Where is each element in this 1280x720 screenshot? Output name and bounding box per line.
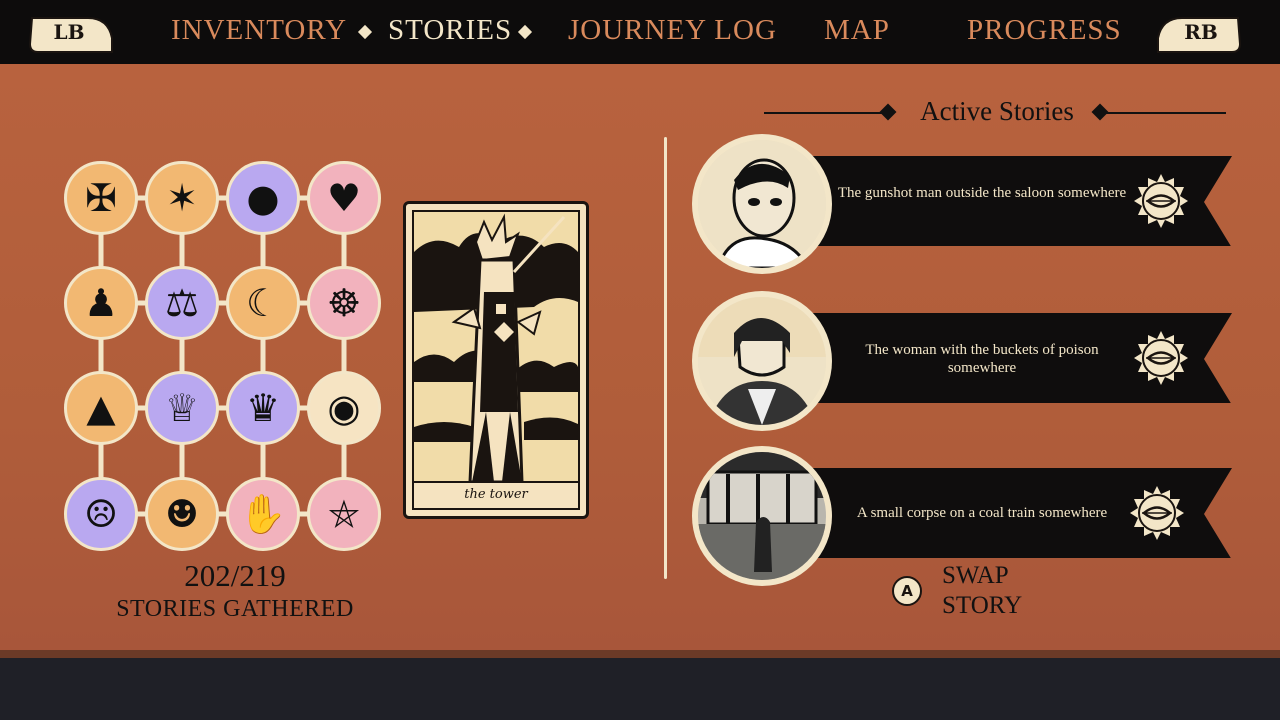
story-text: A small corpse on a coal train somewhere [856, 505, 1108, 521]
tarot-card-label: the tower [464, 487, 528, 502]
tab-stories[interactable]: STORIES [388, 14, 512, 47]
queen-face-icon: ♛ [245, 386, 281, 430]
rb-bumper-button[interactable]: RB [1156, 12, 1242, 56]
train-scene-icon [698, 452, 826, 580]
story-token[interactable]: ⚖ [145, 266, 219, 340]
heart-icon: ♥ [326, 176, 362, 220]
stories-count-label: STORIES GATHERED [116, 596, 354, 622]
witch-hat-icon: ▲ [86, 386, 116, 430]
active-story-entry[interactable]: The gunshot man outside the saloon somew… [692, 134, 1242, 274]
story-token[interactable]: ♟ [64, 266, 138, 340]
header-rule-right [1102, 112, 1226, 114]
chalice-icon: ♕ [164, 386, 200, 430]
story-token[interactable]: ☹ [64, 477, 138, 551]
active-stories-title: Active Stories [920, 96, 1074, 126]
tab-journey-log[interactable]: JOURNEY LOG [568, 14, 777, 47]
wheel-icon: ☸ [326, 281, 362, 325]
tab-inventory[interactable]: INVENTORY [171, 14, 347, 47]
star-icon: ✶ [166, 176, 198, 220]
hand-icon: ✋ [239, 492, 287, 536]
world-icon: ● [246, 176, 280, 220]
story-medallion-icon [1134, 331, 1188, 385]
story-token[interactable]: ♕ [145, 371, 219, 445]
stories-count: 202/219 [184, 558, 286, 593]
story-portrait [692, 134, 832, 274]
story-token[interactable]: ♛ [226, 371, 300, 445]
story-medallion-icon [1134, 174, 1188, 228]
story-token[interactable]: ☻ [145, 477, 219, 551]
tab-progress[interactable]: PROGRESS [967, 14, 1122, 47]
swap-label-line2: STORY [942, 592, 1023, 619]
sack-icon: ♟ [83, 281, 119, 325]
story-token[interactable]: ▲ [64, 371, 138, 445]
scales-icon: ⚖ [164, 281, 200, 325]
pentacle-cross-icon: ✠ [85, 176, 117, 220]
man-portrait-icon [698, 140, 826, 268]
story-medallion-icon [1130, 486, 1184, 540]
story-portrait [692, 446, 832, 586]
story-token[interactable]: ⛤ [307, 477, 381, 551]
pentagram-icon: ⛤ [328, 492, 360, 536]
story-token[interactable]: ✶ [145, 161, 219, 235]
selected-tarot-card[interactable]: the tower [403, 201, 589, 519]
tower-card-icon: the tower [412, 210, 580, 510]
story-token[interactable]: ● [226, 161, 300, 235]
a-button-icon: A [892, 576, 922, 606]
screaming-face-icon: ☹ [83, 492, 119, 536]
story-token[interactable]: ✋ [226, 477, 300, 551]
story-token-grid: ✠ ✶ ● ♥ ♟ ⚖ ☾ ☸ ▲ ♕ ♛ ◉ ☹ ☻ ✋ ⛤ [60, 158, 390, 554]
grinning-sun-icon: ☻ [164, 492, 200, 536]
swap-label-line1: SWAP [942, 562, 1009, 589]
eye-icon: ◉ [327, 386, 361, 430]
lb-bumper-button[interactable]: LB [28, 12, 113, 56]
active-story-entry[interactable]: The woman with the buckets of poison som… [692, 291, 1242, 431]
background-scenery [0, 650, 1280, 720]
story-token[interactable]: ☾ [226, 266, 300, 340]
header-rule-left [764, 112, 886, 114]
story-portrait [692, 291, 832, 431]
story-text: The gunshot man outside the saloon somew… [837, 185, 1127, 201]
tab-map[interactable]: MAP [824, 14, 890, 47]
story-token[interactable]: ♥ [307, 161, 381, 235]
story-text: The woman with the buckets of poison som… [865, 342, 1099, 376]
woman-portrait-icon [698, 297, 826, 425]
lb-label: LB [53, 20, 85, 44]
panel-divider [664, 137, 667, 579]
story-token[interactable]: ◉ [307, 371, 381, 445]
swap-story-button[interactable]: A SWAP STORY [892, 562, 1042, 624]
story-token[interactable]: ✠ [64, 161, 138, 235]
moon-icon: ☾ [245, 281, 281, 325]
rb-label: RB [1184, 20, 1218, 44]
story-token[interactable]: ☸ [307, 266, 381, 340]
